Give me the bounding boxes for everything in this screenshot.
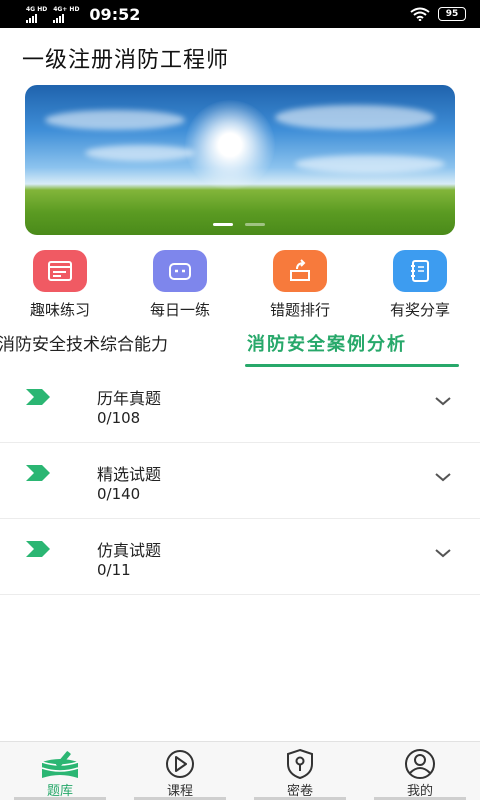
- lock-shield-icon: [287, 748, 313, 780]
- quick-actions: 趣味练习 每日一练 错题排行 有奖分享: [0, 250, 480, 320]
- quick-action-label: 有奖分享: [389, 301, 450, 319]
- nav-question-bank[interactable]: 题库: [0, 742, 120, 800]
- chevron-down-icon[interactable]: [434, 471, 452, 483]
- wrong-rank-icon: [273, 250, 327, 292]
- list-item-title: 历年真题: [97, 389, 162, 408]
- nav-secret-papers[interactable]: 密卷: [240, 742, 360, 800]
- list-item-title: 精选试题: [97, 465, 162, 484]
- sim2-signal: 4G+ HD: [53, 6, 79, 23]
- books-icon: [41, 751, 79, 778]
- quick-action-label: 每日一练: [149, 301, 210, 319]
- battery-icon: 95: [438, 7, 466, 21]
- bottom-navigation: 题库 课程 密卷 我的: [0, 741, 480, 800]
- sim1-signal: 4G HD: [26, 6, 47, 23]
- list-item-progress: 0/108: [97, 409, 141, 427]
- list-item-selected-questions[interactable]: 精选试题 0/140: [0, 443, 480, 519]
- practice-icon: [33, 250, 87, 292]
- nav-mine[interactable]: 我的: [360, 742, 480, 800]
- quick-action-fun-practice[interactable]: 趣味练习: [0, 250, 120, 320]
- green-arrow-icon: [26, 541, 50, 557]
- signal-bars-icon: [26, 13, 37, 23]
- quick-action-wrong-rank[interactable]: 错题排行: [240, 250, 360, 320]
- page-title: 一级注册消防工程师: [22, 48, 230, 73]
- quick-action-reward-share[interactable]: 有奖分享: [360, 250, 480, 320]
- sim1-label: 4G HD: [26, 5, 48, 13]
- green-arrow-icon: [26, 465, 50, 481]
- play-icon: [166, 750, 194, 778]
- list-item-progress: 0/11: [97, 561, 131, 579]
- banner-carousel[interactable]: [25, 85, 455, 235]
- quick-action-label: 错题排行: [269, 301, 330, 319]
- nav-courses[interactable]: 课程: [120, 742, 240, 800]
- quick-action-daily-practice[interactable]: 每日一练: [120, 250, 240, 320]
- signal-bars-icon: [53, 13, 65, 23]
- quick-action-label: 趣味练习: [29, 301, 90, 319]
- user-icon: [405, 749, 435, 779]
- list-item-progress: 0/140: [97, 485, 141, 503]
- list-item-past-exams[interactable]: 历年真题 0/108: [0, 367, 480, 443]
- carousel-dot-active[interactable]: [213, 223, 233, 226]
- clock: 09:52: [89, 4, 141, 24]
- chevron-down-icon[interactable]: [434, 395, 452, 407]
- question-set-list: 历年真题 0/108 精选试题 0/140 仿真试题 0/11: [0, 367, 480, 595]
- status-bar: 4G HD 4G+ HD 09:52 95: [0, 0, 480, 28]
- share-notebook-icon: [393, 250, 447, 292]
- daily-icon: [153, 250, 207, 292]
- chevron-down-icon[interactable]: [434, 547, 452, 559]
- green-arrow-icon: [26, 389, 50, 405]
- sun-image: [185, 100, 275, 190]
- wifi-icon: [410, 7, 430, 21]
- tab-case-analysis[interactable]: 消防安全案例分析: [247, 330, 407, 356]
- subject-tabs: 消防安全技术综合能力 消防安全案例分析: [0, 322, 480, 368]
- list-item-mock-questions[interactable]: 仿真试题 0/11: [0, 519, 480, 595]
- carousel-dot[interactable]: [245, 223, 265, 226]
- sim2-label: 4G+ HD: [53, 5, 80, 13]
- list-item-title: 仿真试题: [97, 541, 162, 560]
- tab-comprehensive-ability[interactable]: 消防安全技术综合能力: [0, 330, 168, 355]
